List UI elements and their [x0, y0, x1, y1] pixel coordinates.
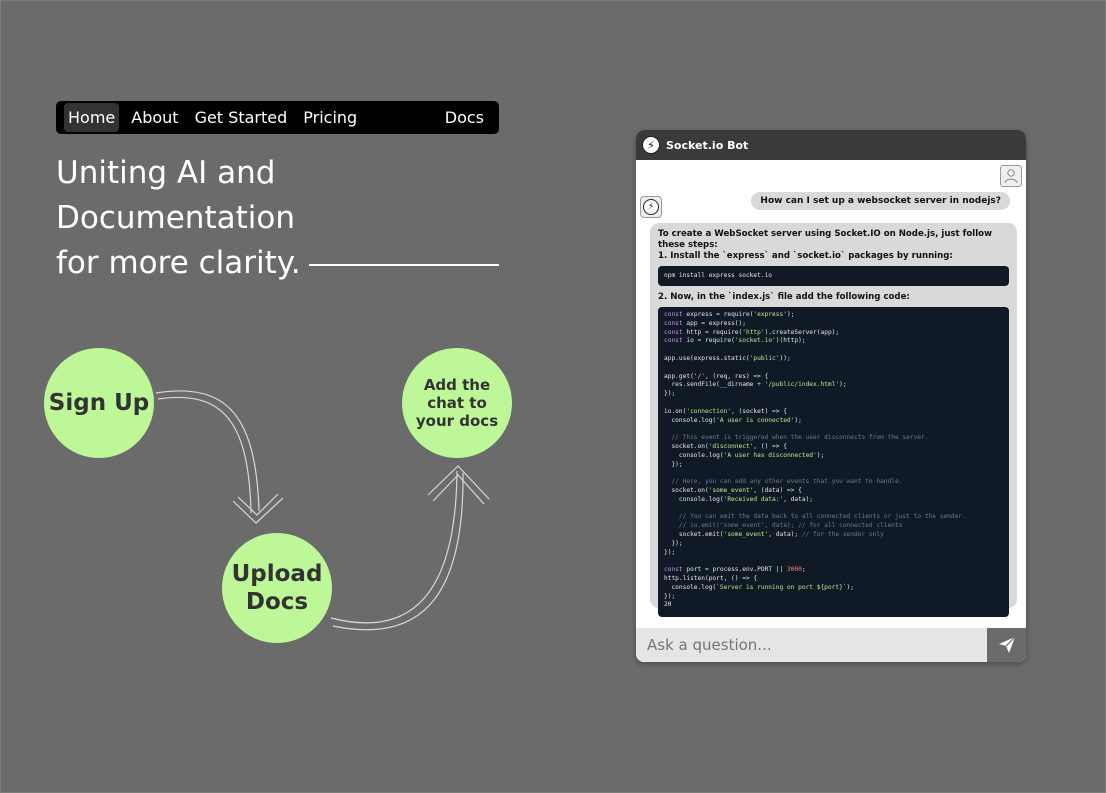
arrow-upload-to-chat [330, 465, 490, 631]
step-add-chat[interactable]: Add the chat to your docs [402, 348, 512, 458]
user-avatar-icon [1000, 165, 1022, 187]
chat-input-row [636, 628, 1026, 662]
command-code-block: npm install express socket.io [658, 266, 1009, 286]
bot-message: To create a WebSocket server using Socke… [650, 223, 1017, 617]
bot-step-2: 2. Now, in the `index.js` file add the f… [658, 292, 910, 302]
step-sign-up-label: Sign Up [48, 390, 150, 416]
bot-intro: To create a WebSocket server using Socke… [658, 229, 993, 250]
chat-body[interactable]: How can I set up a websocket server in n… [636, 160, 1026, 628]
paper-plane-icon [998, 636, 1015, 653]
user-message: How can I set up a websocket server in n… [751, 192, 1010, 210]
bot-step-1: 1. Install the `express` and `socket.io`… [658, 251, 953, 261]
question-input[interactable] [636, 628, 987, 662]
step-upload-label: Upload Docs [232, 560, 323, 616]
step-sign-up[interactable]: Sign Up [44, 348, 154, 458]
chat-title: Socket.io Bot [666, 138, 749, 152]
socketio-logo-icon: ⚡ [642, 136, 660, 154]
socketio-logo-icon: ⚡ [643, 199, 659, 215]
chat-widget: ⚡ Socket.io Bot How can I set up a webso… [636, 130, 1026, 662]
server-code-block: const express = require('express'); cons… [658, 307, 1009, 617]
user-silhouette-icon [1004, 169, 1018, 184]
step-upload-line-1: Upload [231, 561, 323, 587]
chat-header: ⚡ Socket.io Bot [636, 130, 1026, 160]
step-upload-line-2: Docs [245, 589, 309, 615]
arrow-signup-to-upload [155, 390, 284, 524]
bot-avatar: ⚡ [640, 196, 662, 218]
step-upload-docs[interactable]: Upload Docs [222, 533, 332, 643]
send-button[interactable] [987, 628, 1026, 662]
step-add-chat-label: Add the chat to your docs [415, 376, 499, 430]
